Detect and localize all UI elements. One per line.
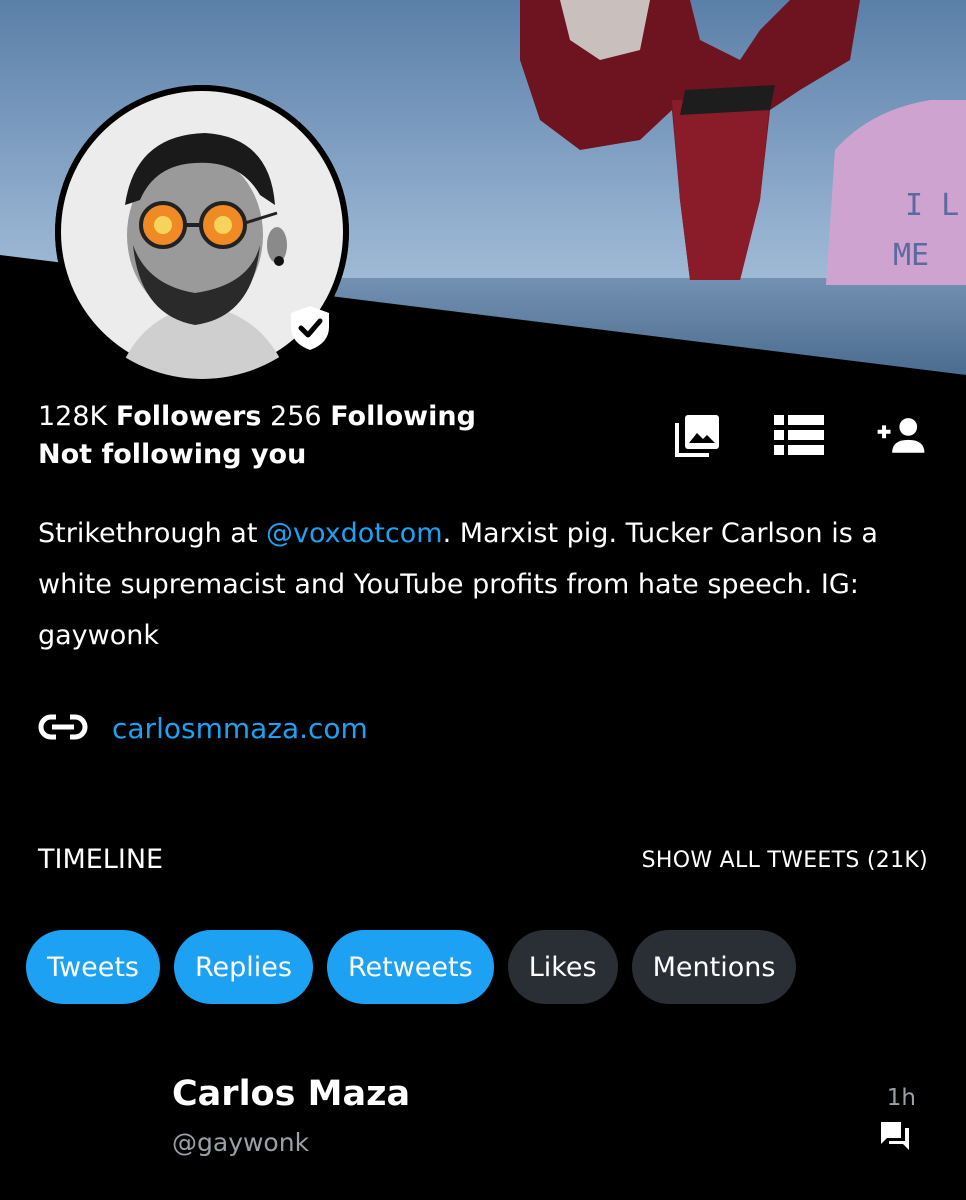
website-link[interactable]: carlosmmaza.com <box>112 712 368 745</box>
conversation-icon[interactable] <box>879 1120 911 1152</box>
media-icon[interactable] <box>672 410 722 460</box>
filter-chip-likes[interactable]: Likes <box>507 930 618 1004</box>
verified-badge-icon <box>285 303 335 353</box>
filter-chip-tweets[interactable]: Tweets <box>26 930 160 1004</box>
filter-chip-retweets[interactable]: Retweets <box>326 930 494 1004</box>
banner-sweater-text-1: I L <box>905 188 959 223</box>
add-user-icon[interactable] <box>876 410 926 460</box>
timeline-heading: TIMELINE <box>38 844 164 875</box>
tweet-timestamp: 1h <box>886 1085 916 1111</box>
following-label[interactable]: Following <box>330 401 476 432</box>
timeline-filter-chips: Tweets Replies Retweets Likes Mentions <box>26 930 797 1004</box>
tweet-author-name[interactable]: Carlos Maza <box>172 1074 410 1114</box>
profile-bio: Strikethrough at @voxdotcom. Marxist pig… <box>38 508 938 661</box>
profile-stats: 128K Followers 256 Following Not followi… <box>38 398 476 474</box>
list-icon[interactable] <box>774 410 824 460</box>
followers-label[interactable]: Followers <box>116 401 262 432</box>
relationship-status: Not following you <box>38 439 307 470</box>
bio-text-start: Strikethrough at <box>38 518 266 549</box>
show-all-tweets-button[interactable]: SHOW ALL TWEETS (21K) <box>642 848 928 873</box>
website-row[interactable]: carlosmmaza.com <box>38 712 368 745</box>
following-count[interactable]: 256 <box>270 401 322 432</box>
followers-count[interactable]: 128K <box>38 401 107 432</box>
link-icon <box>38 713 88 744</box>
filter-chip-mentions[interactable]: Mentions <box>631 930 797 1004</box>
filter-chip-replies[interactable]: Replies <box>173 930 313 1004</box>
banner-sweater-text-2: ME <box>893 238 929 273</box>
tweet-author-handle[interactable]: @gaywonk <box>172 1128 309 1157</box>
bio-mention-link[interactable]: @voxdotcom <box>266 518 443 549</box>
profile-actions <box>672 410 926 460</box>
